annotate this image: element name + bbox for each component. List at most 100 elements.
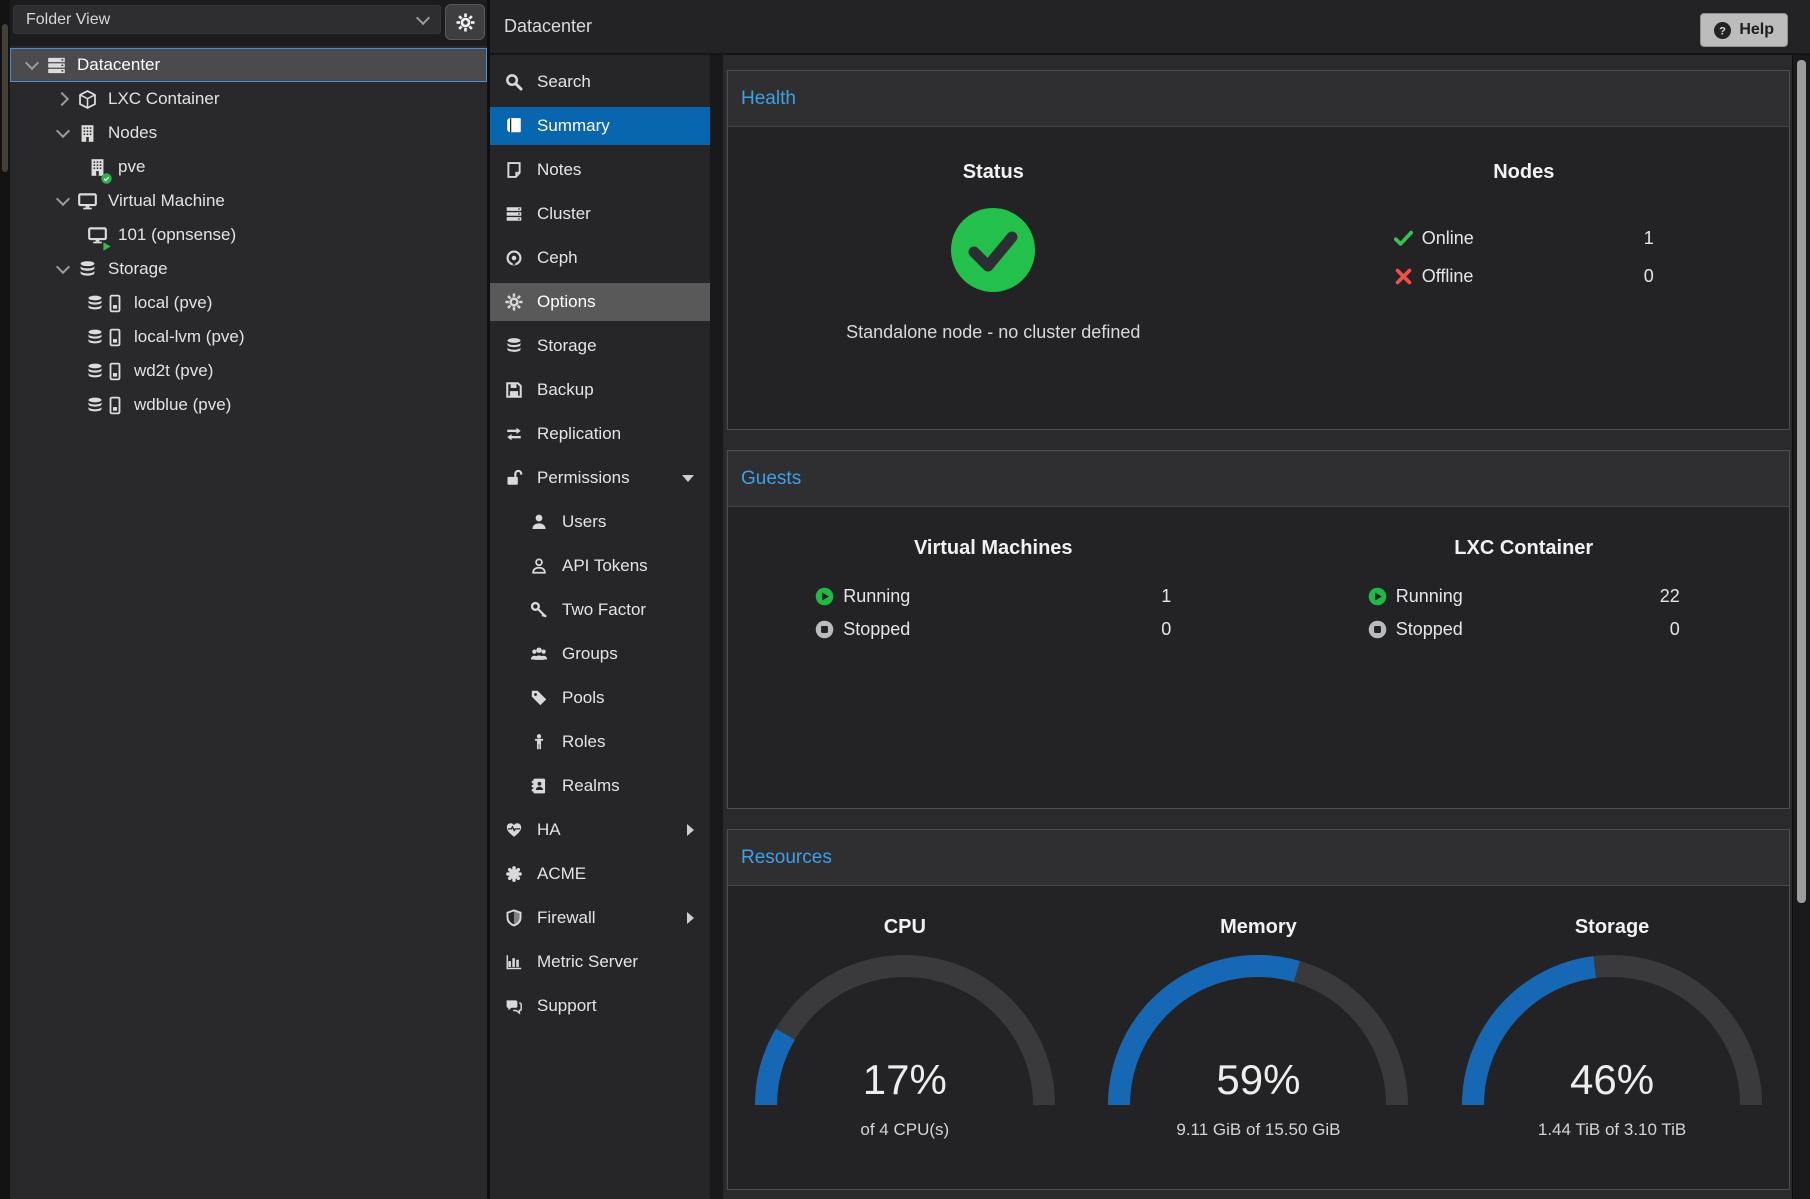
section-menu: Search Summary Notes Cluster Ceph Option… (490, 55, 710, 1199)
caret-right-icon (687, 824, 694, 836)
gear-icon (456, 13, 475, 32)
menu-item-summary[interactable]: Summary (490, 107, 710, 145)
lxc-running-row: Running 22 (1368, 582, 1680, 610)
collapse-chevron-icon[interactable] (56, 192, 70, 206)
database-icon (86, 294, 104, 313)
lxc-stopped-row: Stopped 0 (1368, 615, 1680, 643)
menu-item-metric-server[interactable]: Metric Server (490, 943, 710, 981)
menu-item-label: Ceph (537, 248, 578, 268)
guests-panel: Guests Virtual Machines Running 1 Stoppe… (727, 450, 1790, 809)
replication-icon (505, 425, 523, 443)
play-circle-icon (1368, 587, 1387, 606)
collapse-chevron-icon[interactable] (56, 124, 70, 138)
menu-item-pools[interactable]: Pools (490, 679, 710, 717)
online-count: 1 (1644, 228, 1654, 249)
lxc-stopped-count: 0 (1670, 619, 1680, 640)
menu-item-replication[interactable]: Replication (490, 415, 710, 453)
tree-item-label: Nodes (108, 123, 157, 143)
menu-item-api-tokens[interactable]: API Tokens (490, 547, 710, 585)
proxmox-app: Folder View Datacenter LXC Container N (0, 0, 1810, 1199)
database-icon (78, 260, 97, 279)
resource-tree-panel: Folder View Datacenter LXC Container N (10, 0, 487, 1199)
menu-item-label: Storage (537, 336, 597, 356)
tree-item-label: wd2t (pve) (134, 361, 213, 381)
menu-item-cluster[interactable]: Cluster (490, 195, 710, 233)
storage-detail: 1.44 TiB of 3.10 TiB (1538, 1120, 1686, 1140)
tree-item-storage-wd2t[interactable]: wd2t (pve) (10, 354, 487, 388)
tree-item-label: local (pve) (134, 293, 212, 313)
menu-item-label: Permissions (537, 468, 630, 488)
tree-item-virtual-machine[interactable]: Virtual Machine (10, 184, 487, 218)
offline-count: 0 (1644, 266, 1654, 287)
left-scrollbar-thumb[interactable] (2, 24, 8, 172)
database-icon (86, 362, 104, 381)
row-label: Stopped (843, 619, 910, 640)
page-title: Datacenter (504, 16, 592, 37)
tree-item-datacenter[interactable]: Datacenter (10, 48, 487, 82)
check-icon (1394, 229, 1413, 248)
database-icon (86, 396, 104, 415)
content-scrollbar-thumb[interactable] (1797, 60, 1806, 903)
tree-item-vm-101[interactable]: 101 (opnsense) (10, 218, 487, 252)
menu-item-users[interactable]: Users (490, 503, 710, 541)
drive-icon (106, 362, 124, 381)
row-label: Stopped (1396, 619, 1463, 640)
collapse-chevron-icon[interactable] (25, 56, 39, 70)
comments-icon (505, 997, 523, 1015)
menu-item-label: Users (562, 512, 606, 532)
tree-item-label: pve (118, 157, 145, 177)
drive-icon (106, 328, 124, 347)
online-check-badge-icon (101, 173, 112, 184)
resources-panel: Resources CPU 17% of 4 CPU(s) Memory (727, 829, 1790, 1190)
status-ok-icon (951, 208, 1035, 292)
collapse-chevron-icon[interactable] (56, 260, 70, 274)
tree-item-lxc-container[interactable]: LXC Container (10, 82, 487, 116)
status-heading: Status (963, 161, 1024, 184)
tree-item-nodes[interactable]: Nodes (10, 116, 487, 150)
health-panel-header: Health (728, 71, 1789, 127)
lxc-heading: LXC Container (1454, 537, 1593, 560)
menu-item-roles[interactable]: Roles (490, 723, 710, 761)
tree-item-pve[interactable]: pve (10, 150, 487, 184)
menu-item-two-factor[interactable]: Two Factor (490, 591, 710, 629)
help-button[interactable]: Help (1700, 13, 1788, 47)
menu-item-search[interactable]: Search (490, 63, 710, 101)
server-stack-icon (47, 56, 66, 75)
menu-item-options[interactable]: Options (490, 283, 710, 321)
virtual-machines-column: Virtual Machines Running 1 Stopped 0 (728, 507, 1259, 808)
vm-stopped-count: 0 (1161, 619, 1171, 640)
menu-item-realms[interactable]: Realms (490, 767, 710, 805)
menu-content-divider (710, 55, 723, 1199)
tree-item-storage[interactable]: Storage (10, 252, 487, 286)
view-mode-select[interactable]: Folder View (13, 5, 441, 34)
menu-item-ceph[interactable]: Ceph (490, 239, 710, 277)
stop-circle-icon (815, 620, 834, 639)
menu-item-support[interactable]: Support (490, 987, 710, 1025)
memory-detail: 9.11 GiB of 15.50 GiB (1176, 1120, 1340, 1140)
key-icon (530, 601, 548, 619)
help-button-label: Help (1739, 21, 1774, 39)
cluster-status-column: Status Standalone node - no cluster defi… (728, 127, 1259, 429)
content-scrollbar[interactable] (1792, 55, 1810, 1199)
bar-chart-icon (505, 953, 523, 971)
menu-item-storage[interactable]: Storage (490, 327, 710, 365)
database-icon (505, 337, 523, 355)
cluster-icon (505, 205, 523, 223)
menu-item-firewall[interactable]: Firewall (490, 899, 710, 937)
expand-chevron-icon[interactable] (55, 92, 69, 106)
menu-item-ha[interactable]: HA (490, 811, 710, 849)
seal-icon (505, 865, 523, 883)
tree-item-storage-local-lvm[interactable]: local-lvm (pve) (10, 320, 487, 354)
cpu-detail: of 4 CPU(s) (860, 1120, 949, 1140)
menu-item-backup[interactable]: Backup (490, 371, 710, 409)
tree-item-storage-local[interactable]: local (pve) (10, 286, 487, 320)
menu-item-permissions[interactable]: Permissions (490, 459, 710, 497)
menu-item-acme[interactable]: ACME (490, 855, 710, 893)
tree-item-storage-wdblue[interactable]: wdblue (pve) (10, 388, 487, 422)
menu-list: Search Summary Notes Cluster Ceph Option… (490, 55, 710, 1025)
tree-settings-button[interactable] (445, 4, 485, 40)
menu-item-groups[interactable]: Groups (490, 635, 710, 673)
menu-item-notes[interactable]: Notes (490, 151, 710, 189)
cpu-gauge: 17% (755, 955, 1055, 1106)
monitor-icon (78, 192, 97, 211)
